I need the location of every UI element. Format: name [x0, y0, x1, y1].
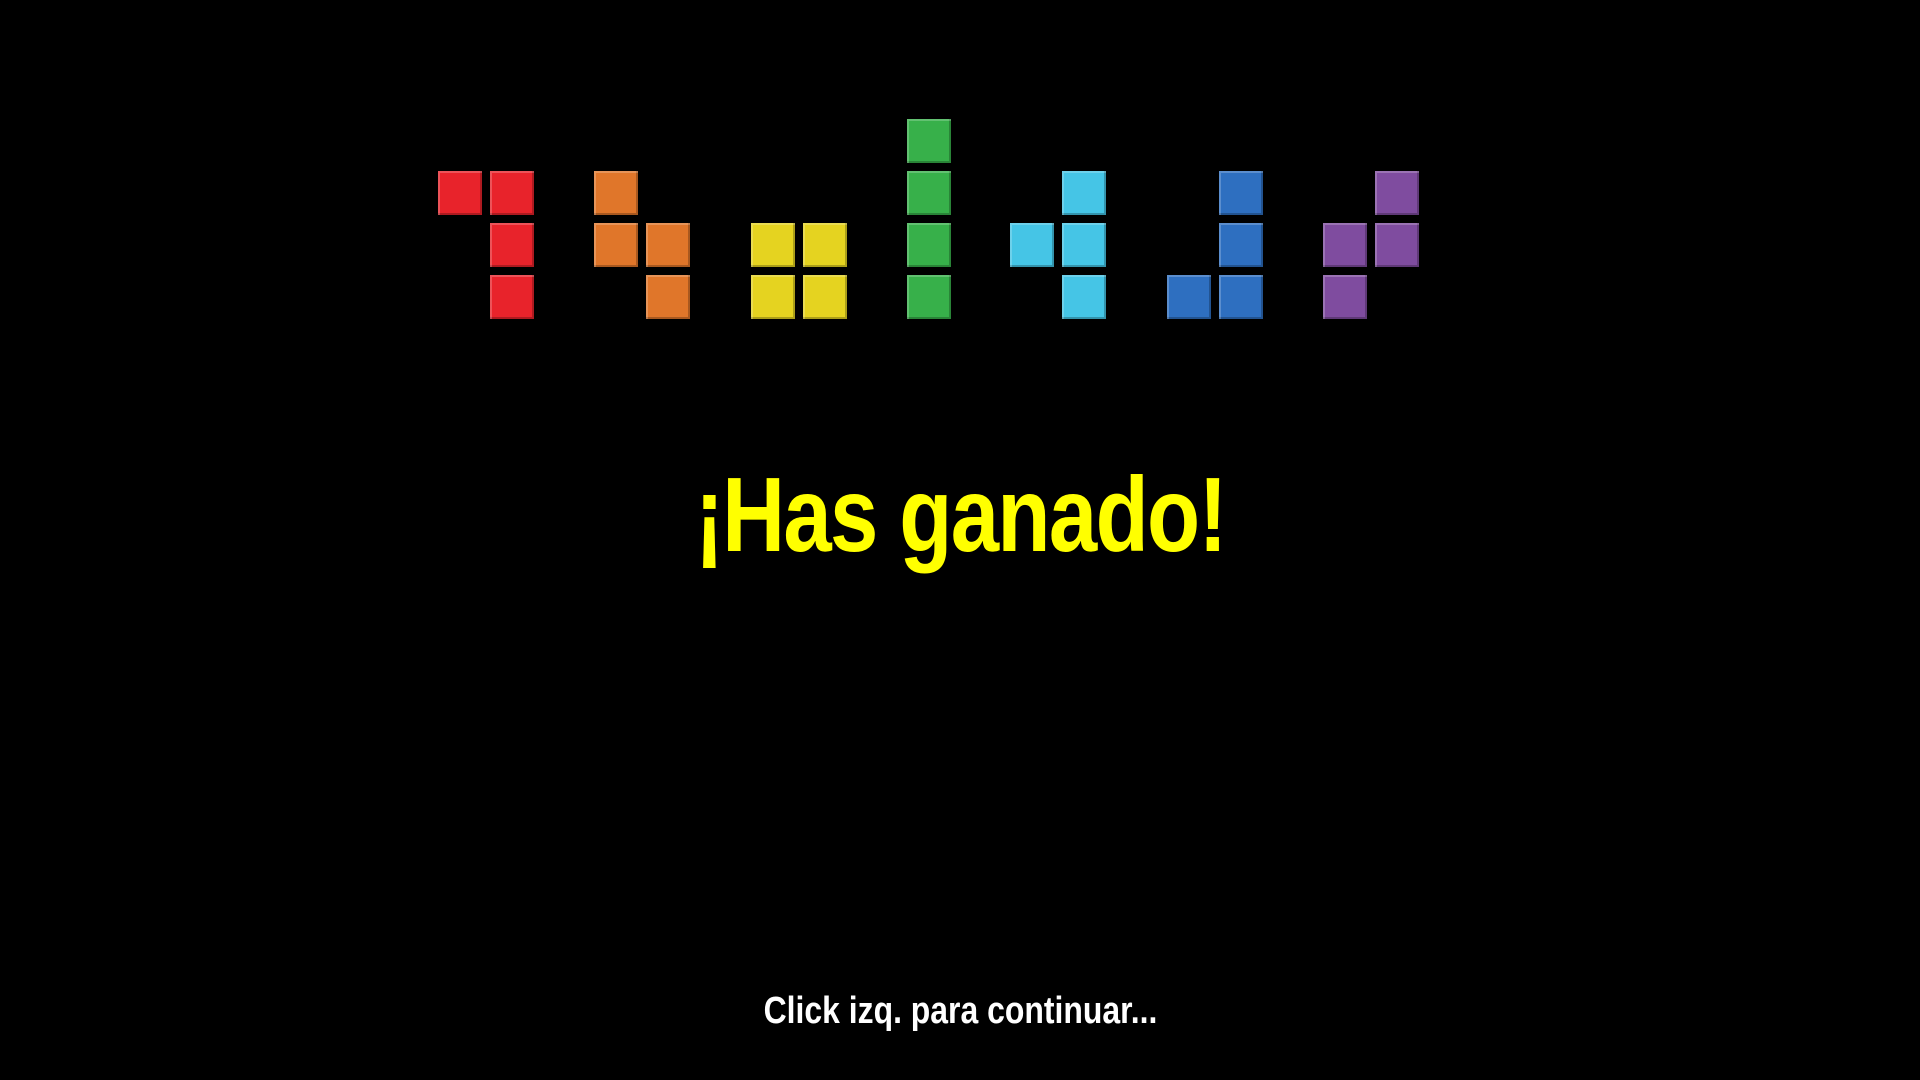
- continue-prompt[interactable]: Click izq. para continuar...: [154, 988, 1767, 1034]
- red-block: [490, 171, 534, 215]
- cyan-block: [1062, 275, 1106, 319]
- cyan-block: [1010, 223, 1054, 267]
- red-block: [438, 171, 482, 215]
- yellow-block: [751, 223, 795, 267]
- blue-block: [1219, 275, 1263, 319]
- red-block: [490, 275, 534, 319]
- win-message: ¡Has ganado!: [694, 456, 1228, 574]
- green-block: [907, 171, 951, 215]
- green-block: [907, 119, 951, 163]
- red-block: [490, 223, 534, 267]
- yellow-block: [803, 275, 847, 319]
- cyan-block: [1062, 223, 1106, 267]
- orange-block: [594, 171, 638, 215]
- green-block: [907, 275, 951, 319]
- purple-block: [1375, 223, 1419, 267]
- cyan-block: [1062, 171, 1106, 215]
- blue-block: [1219, 223, 1263, 267]
- blue-block: [1219, 171, 1263, 215]
- orange-block: [646, 275, 690, 319]
- yellow-block: [803, 223, 847, 267]
- yellow-block: [751, 275, 795, 319]
- tetris-logo: [0, 0, 1920, 340]
- orange-block: [646, 223, 690, 267]
- victory-screen[interactable]: ¡Has ganado! Click izq. para continuar..…: [0, 0, 1920, 1080]
- purple-block: [1323, 275, 1367, 319]
- blue-block: [1167, 275, 1211, 319]
- green-block: [907, 223, 951, 267]
- orange-block: [594, 223, 638, 267]
- purple-block: [1323, 223, 1367, 267]
- purple-block: [1375, 171, 1419, 215]
